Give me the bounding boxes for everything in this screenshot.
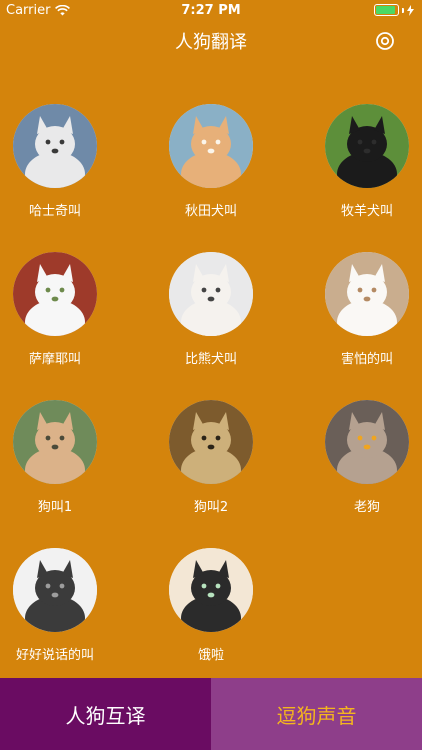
tab-label: 人狗互译 [65,703,146,728]
dog-sound-item[interactable]: 老狗 [297,400,422,515]
settings-button[interactable] [374,30,396,52]
dog-sound-label: 老狗 [353,500,380,515]
akita-photo [169,104,253,188]
dog-sound-item[interactable]: 萨摩耶叫 [0,252,125,367]
pug-photo [169,400,253,484]
dog-sound-label: 狗叫2 [193,500,229,515]
dog-sound-label: 哈士奇叫 [28,204,81,219]
tab-tease-dog-sounds[interactable]: 逗狗声音 [211,678,422,750]
dog-sound-item[interactable]: 牧羊犬叫 [297,104,422,219]
dog-sound-item[interactable]: 比熊犬叫 [141,252,281,367]
page-title: 人狗翻译 [175,32,247,53]
dog-sound-label: 狗叫1 [37,500,73,515]
charging-bolt-icon [407,4,414,16]
frenchie-photo [169,548,253,632]
dog-sound-item[interactable]: 好好说话的叫 [0,548,125,663]
husky-photo [13,104,97,188]
dog-sound-item[interactable]: 狗叫1 [0,400,125,515]
dog-sound-item[interactable]: 秋田犬叫 [141,104,281,219]
dog-sound-label: 牧羊犬叫 [340,204,393,219]
settings-ring-icon [376,32,394,50]
dog-sound-label: 秋田犬叫 [184,204,237,219]
status-right [374,4,414,16]
tab-human-dog-translate[interactable]: 人狗互译 [0,678,211,750]
pomeranian-photo [325,252,409,336]
poodle-photo [13,400,97,484]
bulldog-photo [325,400,409,484]
dog-sound-item[interactable]: 狗叫2 [141,400,281,515]
dog-sound-item[interactable]: 哈士奇叫 [0,104,125,219]
dog-sound-label: 饿啦 [197,648,224,663]
dog-sound-label: 萨摩耶叫 [28,352,81,367]
great-dane-photo [13,548,97,632]
battery-fill [376,6,396,14]
dog-sound-label: 好好说话的叫 [15,648,94,663]
tab-label: 逗狗声音 [276,703,357,728]
dog-sound-item[interactable]: 害怕的叫 [297,252,422,367]
dog-sound-label: 害怕的叫 [340,352,393,367]
battery-cap [402,7,404,13]
status-bar: Carrier 7:27 PM [0,0,422,22]
bottom-tab-bar: 人狗互译 逗狗声音 [0,678,422,750]
shepherd-photo [325,104,409,188]
bichon-photo [169,252,253,336]
dog-sound-item[interactable]: 饿啦 [141,548,281,663]
dog-sound-label: 比熊犬叫 [184,352,237,367]
status-time: 7:27 PM [181,3,241,18]
battery-icon [374,4,399,16]
samoyed-photo [13,252,97,336]
